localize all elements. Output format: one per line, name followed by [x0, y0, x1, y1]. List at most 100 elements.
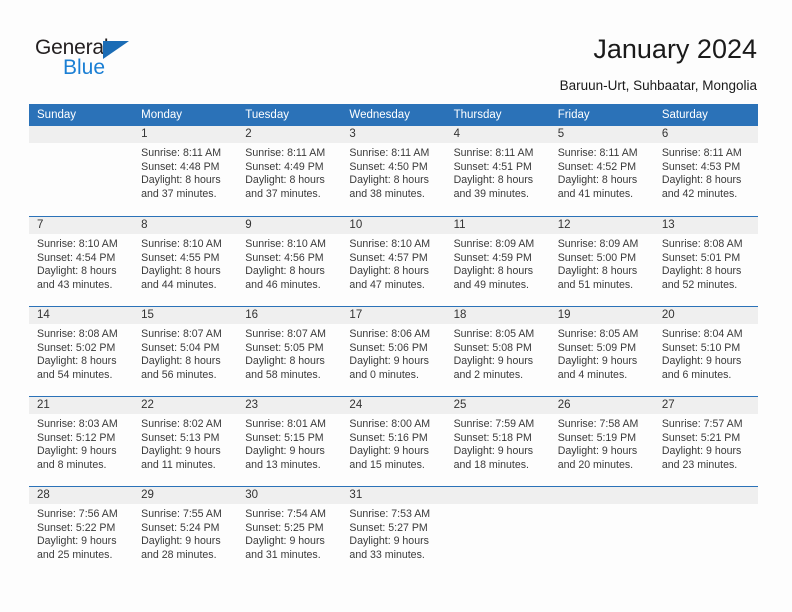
daylight-text-line2: and 8 minutes.	[37, 458, 107, 471]
calendar-day-cell[interactable]: 29 Sunrise: 7:55 AM Sunset: 5:24 PM Dayligh…	[133, 487, 238, 576]
sunrise-text: Sunrise: 8:10 AM	[349, 238, 431, 250]
calendar-day-cell[interactable]: 28 Sunrise: 7:56 AM Sunset: 5:22 PM Dayligh…	[29, 487, 134, 576]
daylight-text-line2: and 38 minutes.	[349, 187, 425, 200]
daylight-text-line1: Daylight: 9 hours	[661, 355, 742, 368]
daylight-text-line1: Daylight: 8 hours	[245, 174, 325, 187]
sunrise-text: Sunrise: 8:11 AM	[245, 147, 326, 159]
calendar-day-cell[interactable]: 13 Sunrise: 8:08 AM Sunset: 5:01 PM Dayligh…	[653, 217, 758, 306]
sunrise-text: Sunrise: 8:11 AM	[453, 147, 534, 159]
calendar-day-cell[interactable]: 22 Sunrise: 8:02 AM Sunset: 5:13 PM Dayligh…	[133, 397, 238, 486]
calendar-day-cell[interactable]: 2 Sunrise: 8:11 AM Sunset: 4:49 PM Daylight…	[237, 126, 342, 216]
calendar-day-cell[interactable]: 6 Sunrise: 8:11 AM Sunset: 4:53 PM Daylight…	[653, 126, 758, 216]
page-header: General Blue January 2024 Baruun-Urt, Su…	[0, 0, 792, 100]
day-number: 14	[29, 307, 134, 324]
day-details	[654, 504, 758, 508]
calendar-day-cell[interactable]: 30 Sunrise: 7:54 AM Sunset: 5:25 PM Dayligh…	[237, 487, 342, 576]
sunrise-text: Sunrise: 8:00 AM	[349, 418, 431, 430]
weekday-header-saturday: Saturday	[661, 109, 708, 121]
day-number: 23	[237, 397, 342, 414]
calendar-day-cell[interactable]: 21 Sunrise: 8:03 AM Sunset: 5:12 PM Dayligh…	[29, 397, 134, 486]
calendar-day-cell[interactable]: 19 Sunrise: 8:05 AM Sunset: 5:09 PM Dayligh…	[549, 307, 654, 396]
daylight-text-line2: and 49 minutes.	[453, 278, 529, 291]
calendar-weeks: 1 Sunrise: 8:11 AM Sunset: 4:48 PM Daylight…	[29, 126, 758, 576]
daylight-text-line2: and 39 minutes.	[453, 187, 529, 200]
day-number: 22	[133, 397, 238, 414]
calendar-day-cell[interactable]: 26 Sunrise: 7:58 AM Sunset: 5:19 PM Dayligh…	[549, 397, 654, 486]
day-number: 11	[445, 217, 550, 234]
day-details: Sunrise: 8:11 AM Sunset: 4:48 PM Daylight:…	[133, 143, 237, 201]
calendar-day-cell[interactable]: 3 Sunrise: 8:11 AM Sunset: 4:50 PM Daylight…	[341, 126, 446, 216]
daylight-text-line1: Daylight: 8 hours	[245, 355, 325, 368]
daylight-text-line2: and 0 minutes.	[349, 368, 419, 381]
calendar-day-cell[interactable]: 15 Sunrise: 8:07 AM Sunset: 5:04 PM Dayligh…	[133, 307, 238, 396]
daylight-text-line1: Daylight: 8 hours	[557, 265, 638, 278]
page-subtitle: Baruun-Urt, Suhbaatar, Mongolia	[559, 78, 757, 93]
calendar-day-cell[interactable]: 24 Sunrise: 8:00 AM Sunset: 5:16 PM Dayligh…	[341, 397, 446, 486]
daylight-text-line2: and 6 minutes.	[661, 368, 732, 381]
daylight-text-line1: Daylight: 8 hours	[349, 174, 429, 187]
day-number: 20	[653, 307, 758, 324]
page-title: January 2024	[593, 34, 757, 64]
daylight-text-line2: and 18 minutes.	[453, 458, 529, 471]
calendar-day-cell[interactable]: 1 Sunrise: 8:11 AM Sunset: 4:48 PM Daylight…	[133, 126, 238, 216]
day-number: 12	[549, 217, 654, 234]
day-number: 27	[653, 397, 758, 414]
calendar-day-cell[interactable]: 17 Sunrise: 8:06 AM Sunset: 5:06 PM Dayligh…	[341, 307, 446, 396]
sunrise-text: Sunrise: 7:55 AM	[141, 508, 222, 520]
calendar-day-cell[interactable]: 31 Sunrise: 7:53 AM Sunset: 5:27 PM Dayligh…	[341, 487, 446, 576]
day-number: 13	[653, 217, 758, 234]
sunrise-text: Sunrise: 8:11 AM	[141, 147, 222, 159]
day-details: Sunrise: 8:01 AM Sunset: 5:15 PM Daylight:…	[237, 414, 341, 472]
calendar-day-cell[interactable]: 14 Sunrise: 8:08 AM Sunset: 5:02 PM Dayligh…	[29, 307, 134, 396]
day-details: Sunrise: 8:10 AM Sunset: 4:57 PM Daylight:…	[341, 234, 445, 292]
day-number: 6	[653, 126, 758, 143]
daylight-text-line2: and 44 minutes.	[141, 278, 217, 291]
day-number: 21	[29, 397, 134, 414]
sunset-text: Sunset: 5:02 PM	[37, 341, 116, 354]
calendar-day-cell[interactable]: 25 Sunrise: 7:59 AM Sunset: 5:18 PM Dayligh…	[445, 397, 550, 486]
sunset-text: Sunset: 5:21 PM	[661, 431, 741, 444]
sunset-text: Sunset: 5:19 PM	[557, 431, 637, 444]
calendar-day-cell[interactable]: 12 Sunrise: 8:09 AM Sunset: 5:00 PM Dayligh…	[549, 217, 654, 306]
general-blue-logo[interactable]: General Blue	[35, 36, 155, 84]
sunrise-text: Sunrise: 8:08 AM	[661, 238, 743, 250]
daylight-text-line1: Daylight: 9 hours	[453, 445, 534, 458]
calendar-day-cell[interactable]: 18 Sunrise: 8:05 AM Sunset: 5:08 PM Dayligh…	[445, 307, 550, 396]
calendar-day-cell[interactable]: 16 Sunrise: 8:07 AM Sunset: 5:05 PM Dayligh…	[237, 307, 342, 396]
sunrise-text: Sunrise: 8:03 AM	[37, 418, 118, 430]
day-number: 25	[445, 397, 550, 414]
day-number: 4	[445, 126, 550, 143]
calendar-day-cell[interactable]: 10 Sunrise: 8:10 AM Sunset: 4:57 PM Dayligh…	[341, 217, 446, 306]
daylight-text-line1: Daylight: 8 hours	[141, 355, 221, 368]
day-number: 7	[29, 217, 134, 234]
calendar-page: General Blue January 2024 Baruun-Urt, Su…	[0, 0, 792, 612]
weekday-header-monday: Monday	[141, 109, 183, 121]
sunset-text: Sunset: 4:51 PM	[453, 160, 532, 173]
day-details: Sunrise: 8:00 AM Sunset: 5:16 PM Daylight:…	[341, 414, 445, 472]
day-details: Sunrise: 8:10 AM Sunset: 4:56 PM Daylight:…	[237, 234, 341, 292]
day-details: Sunrise: 7:58 AM Sunset: 5:19 PM Daylight:…	[550, 414, 654, 472]
day-number: 16	[237, 307, 342, 324]
calendar-day-cell[interactable]: 9 Sunrise: 8:10 AM Sunset: 4:56 PM Daylight…	[237, 217, 342, 306]
calendar-day-cell[interactable]: 27 Sunrise: 7:57 AM Sunset: 5:21 PM Dayligh…	[653, 397, 758, 486]
calendar-day-cell[interactable]: 11 Sunrise: 8:09 AM Sunset: 4:59 PM Dayligh…	[445, 217, 550, 306]
daylight-text-line1: Daylight: 9 hours	[37, 445, 117, 458]
day-details: Sunrise: 8:03 AM Sunset: 5:12 PM Daylight:…	[29, 414, 133, 472]
sunset-text: Sunset: 5:00 PM	[557, 251, 637, 264]
daylight-text-line2: and 47 minutes.	[349, 278, 425, 291]
day-number: 24	[341, 397, 446, 414]
calendar-day-cell[interactable]: 4 Sunrise: 8:11 AM Sunset: 4:51 PM Daylight…	[445, 126, 550, 216]
calendar-day-cell[interactable]: 5 Sunrise: 8:11 AM Sunset: 4:52 PM Daylight…	[549, 126, 654, 216]
daylight-text-line2: and 23 minutes.	[661, 458, 738, 471]
calendar-day-cell[interactable]: 7 Sunrise: 8:10 AM Sunset: 4:54 PM Daylight…	[29, 217, 134, 306]
calendar-day-cell[interactable]: 20 Sunrise: 8:04 AM Sunset: 5:10 PM Dayligh…	[653, 307, 758, 396]
day-number	[445, 487, 550, 504]
daylight-text-line2: and 28 minutes.	[141, 548, 217, 561]
day-number: 9	[237, 217, 342, 234]
sunrise-text: Sunrise: 7:53 AM	[349, 508, 431, 520]
calendar-day-cell[interactable]: 8 Sunrise: 8:10 AM Sunset: 4:55 PM Daylight…	[133, 217, 238, 306]
sunset-text: Sunset: 5:08 PM	[453, 341, 532, 354]
day-details: Sunrise: 8:05 AM Sunset: 5:08 PM Daylight:…	[446, 324, 550, 382]
calendar-day-cell[interactable]: 23 Sunrise: 8:01 AM Sunset: 5:15 PM Dayligh…	[237, 397, 342, 486]
day-number: 5	[549, 126, 654, 143]
